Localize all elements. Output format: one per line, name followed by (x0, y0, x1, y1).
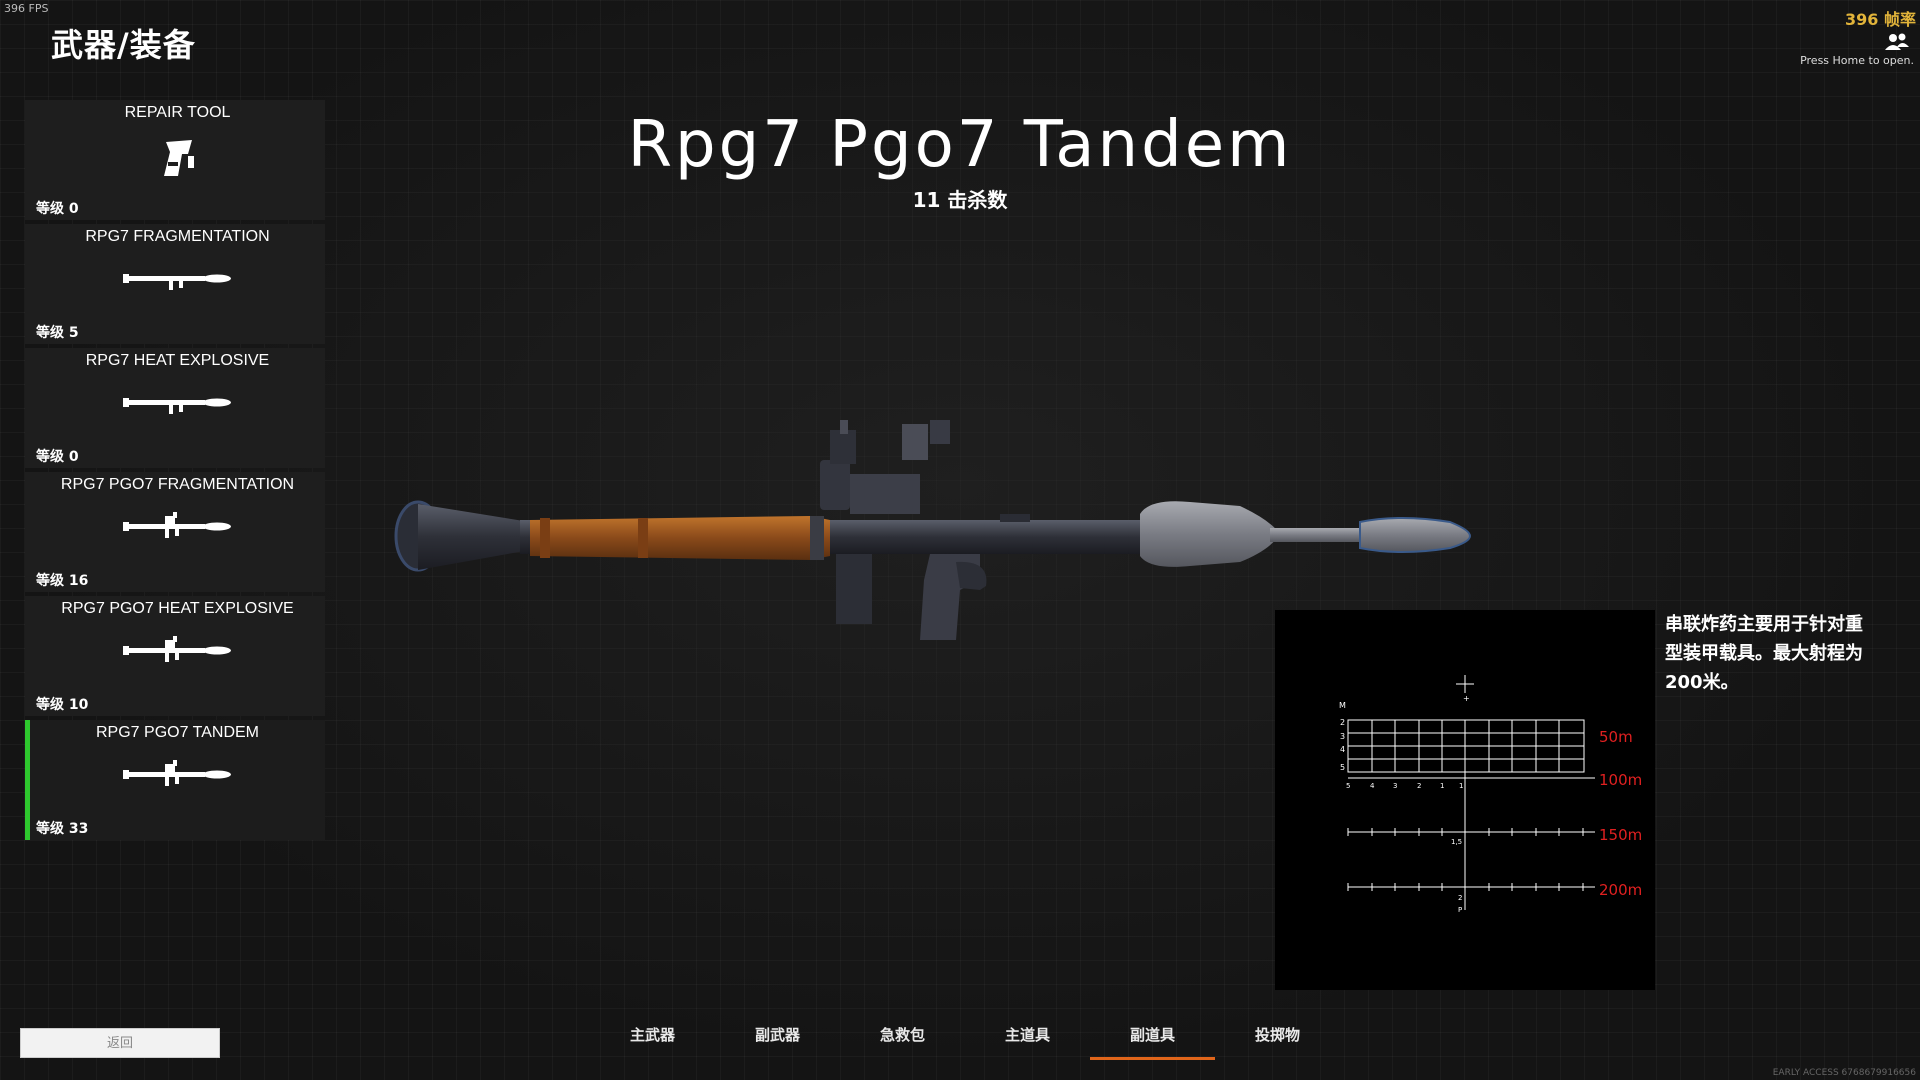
rpg7-pgo7-icon (122, 760, 231, 786)
reticle-row-number: 4 (1340, 745, 1345, 754)
tab-primary-gadget[interactable]: 主道具 (965, 1010, 1090, 1060)
weapon-item-rpg7-heat-explosive[interactable]: RPG7 HEAT EXPLOSIVE 等级 0 (25, 348, 325, 468)
reticle-tick-number: 3 (1393, 782, 1397, 790)
range-label-150m: 150m (1599, 826, 1642, 844)
pgo7-reticle: + M 2 3 4 5 5 4 3 2 1 1 1,5 2 P 50m 100m… (1339, 675, 1642, 914)
range-label-200m: 200m (1599, 881, 1642, 899)
weapon-name: RPG7 PGO7 TANDEM (96, 724, 259, 741)
tab-secondary-weapon[interactable]: 副武器 (715, 1010, 840, 1060)
reticle-row-number: 2 (1340, 718, 1345, 727)
page-title: 武器/装备 (51, 26, 196, 64)
scope-reticle-panel: + M 2 3 4 5 5 4 3 2 1 1 1,5 2 P 50m 100m… (1275, 610, 1655, 990)
weapon-item-rpg7-pgo7-heat-explosive[interactable]: RPG7 PGO7 HEAT EXPLOSIVE 等级 10 (25, 596, 325, 716)
range-label-50m: 50m (1599, 728, 1633, 746)
reticle-plus-mark: + (1463, 694, 1470, 703)
weapon-name: RPG7 PGO7 FRAGMENTATION (60, 476, 295, 493)
weapon-level: 等级 0 (36, 449, 79, 465)
tab-secondary-gadget[interactable]: 副道具 (1090, 1010, 1215, 1060)
reticle-tick-number: 1 (1440, 782, 1444, 790)
weapon-name: RPG7 HEAT EXPLOSIVE (85, 352, 270, 369)
reticle-tick-number: 5 (1346, 782, 1350, 790)
kill-count: 11 击杀数 (912, 188, 1008, 212)
tab-primary-weapon[interactable]: 主武器 (590, 1010, 715, 1060)
reticle-tick-number: 1 (1459, 782, 1463, 790)
reticle-row-number: 3 (1340, 732, 1345, 741)
tab-first-aid[interactable]: 急救包 (840, 1010, 965, 1060)
reticle-row-number: 5 (1340, 763, 1345, 772)
home-hint: Press Home to open. (1800, 54, 1914, 67)
weapon-item-rpg7-pgo7-fragmentation[interactable]: RPG7 PGO7 FRAGMENTATION 等级 16 (25, 472, 325, 592)
reticle-tick-number: 2 (1417, 782, 1421, 790)
reticle-tick-number: 4 (1370, 782, 1375, 790)
rpg7-pgo7-icon (122, 512, 231, 538)
fps-counter: 396 帧率 (1845, 10, 1916, 29)
weapon-level: 等级 33 (36, 821, 89, 837)
rpg7-pgo7-icon (122, 636, 231, 662)
reticle-label-m: M (1339, 701, 1346, 710)
weapon-item-rpg7-pgo7-tandem[interactable]: RPG7 PGO7 TANDEM 等级 33 (25, 720, 325, 840)
reticle-label-p: P (1458, 906, 1462, 914)
rpg7-icon (122, 398, 231, 414)
weapon-name: RPG7 PGO7 HEAT EXPLOSIVE (61, 600, 294, 617)
friends-icon[interactable] (1884, 32, 1910, 52)
rpg7-icon (122, 274, 231, 290)
weapon-level: 等级 16 (36, 573, 89, 589)
category-tabs: 主武器 副武器 急救包 主道具 副道具 投掷物 (590, 1010, 1340, 1060)
weapon-name: RPG7 FRAGMENTATION (85, 228, 270, 245)
range-label-100m: 100m (1599, 771, 1642, 789)
weapon-level: 等级 10 (36, 697, 89, 713)
reticle-mark-2: 2 (1458, 894, 1462, 902)
weapon-item-rpg7-fragmentation[interactable]: RPG7 FRAGMENTATION 等级 5 (25, 224, 325, 344)
version-label: EARLY ACCESS 6768679916656 (1772, 1068, 1916, 1078)
weapon-level: 等级 5 (36, 325, 79, 341)
back-button[interactable]: 返回 (20, 1028, 220, 1058)
reticle-mark-1-5: 1,5 (1451, 838, 1462, 846)
weapon-description: 串联炸药主要用于针对重型装甲载具。最大射程为200米。 (1665, 614, 1863, 693)
weapon-title: Rpg7 Pgo7 Tandem (627, 108, 1293, 182)
fps-overlay: 396 FPS (4, 2, 49, 15)
tab-throwable[interactable]: 投掷物 (1215, 1010, 1340, 1060)
